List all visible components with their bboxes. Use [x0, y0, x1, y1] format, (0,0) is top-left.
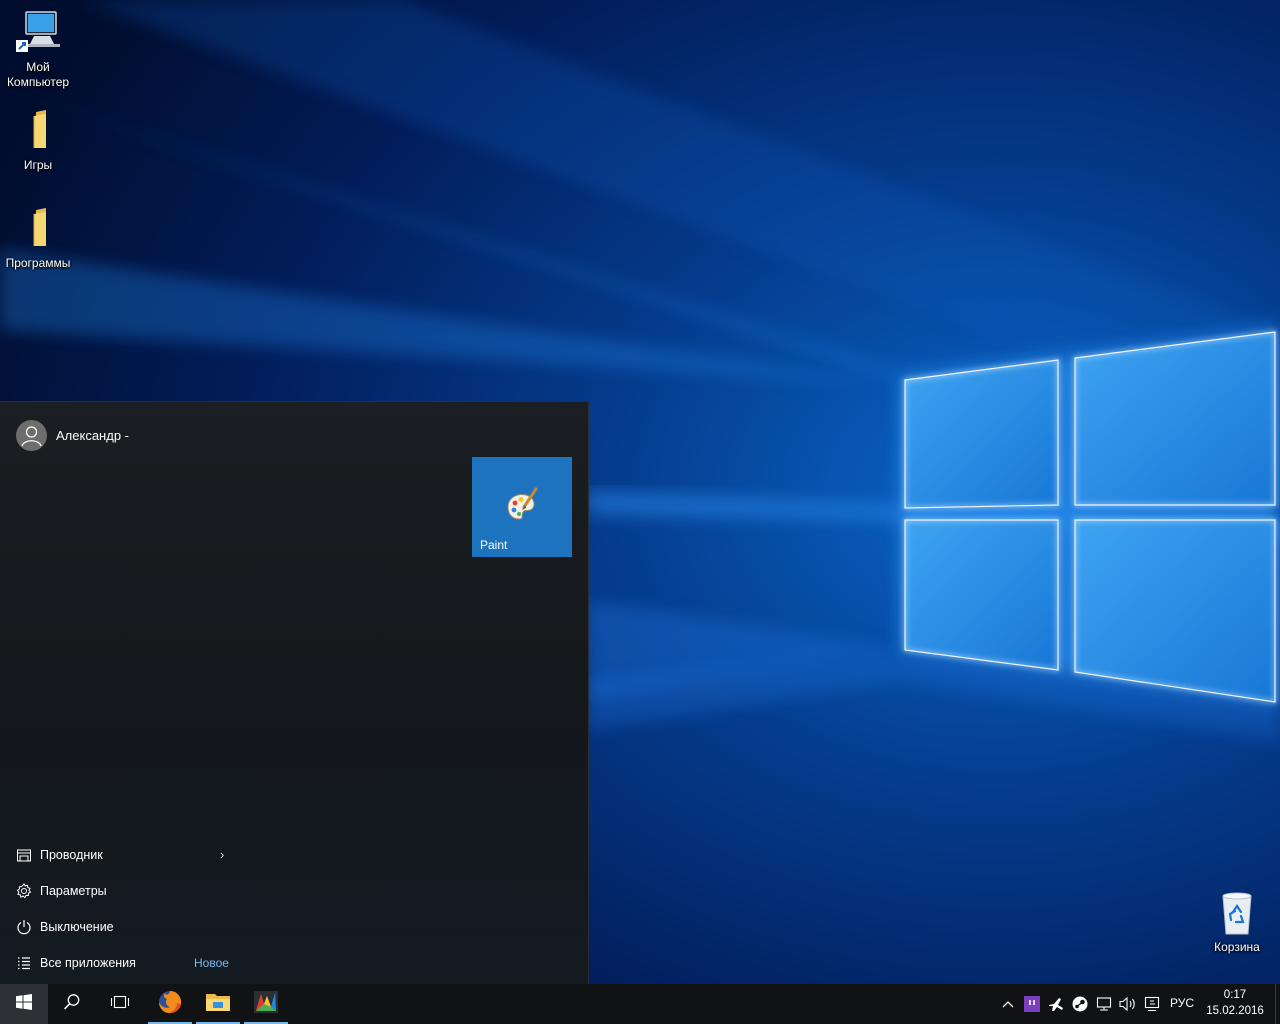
firefox-icon [157, 989, 183, 1020]
task-view-button[interactable] [96, 984, 144, 1024]
language-indicator[interactable]: РУС [1170, 996, 1194, 1010]
file-explorer-icon [205, 991, 231, 1018]
computer-icon [14, 10, 62, 58]
taskbar-app-file-explorer[interactable] [194, 984, 242, 1024]
paint-tile[interactable]: Paint [472, 457, 572, 557]
desktop-icon-my-computer[interactable]: Мой Компьютер [0, 10, 76, 90]
desktop-icon-label: Игры [23, 158, 53, 172]
start-menu: Александр - Paint Проводник › Параметры … [0, 401, 589, 985]
user-account-button[interactable]: Александр - [16, 419, 129, 451]
desktop-icon-label: Компьютер [6, 75, 70, 89]
twitch-tray-icon[interactable] [1022, 994, 1042, 1014]
taskbar-app-firefox[interactable] [146, 984, 194, 1024]
show-hidden-icons-chevron-up-icon[interactable] [998, 994, 1018, 1014]
input-method-tray-icon[interactable] [1142, 994, 1162, 1014]
start-item-power[interactable]: Выключение [0, 909, 240, 945]
start-item-all-apps[interactable]: Все приложения Новое [0, 945, 240, 981]
clock-date: 15.02.2016 [1206, 1005, 1264, 1017]
desktop-icon-games-folder[interactable]: Игры [0, 108, 76, 173]
settings-gear-icon [15, 882, 33, 900]
paint-tile-label: Paint [480, 538, 508, 552]
search-icon [63, 993, 81, 1016]
windows-logo-icon [16, 993, 32, 1015]
start-item-label: Параметры [40, 884, 107, 898]
clock[interactable]: 0:17 15.02.2016 [1205, 987, 1265, 1019]
taskbar-app-avg[interactable] [242, 984, 290, 1024]
volume-tray-icon[interactable] [1118, 994, 1138, 1014]
paint-palette-icon [504, 487, 540, 523]
task-view-icon [110, 994, 130, 1015]
desktop-icon-recycle-bin[interactable]: Корзина [1199, 890, 1275, 955]
start-button[interactable] [0, 984, 48, 1024]
steam-tray-icon[interactable] [1070, 994, 1090, 1014]
desktop-icon-label: Программы [5, 256, 71, 270]
folder-icon [14, 108, 62, 156]
airplane-tray-icon[interactable] [1046, 994, 1066, 1014]
desktop-icon-programs-folder[interactable]: Программы [0, 206, 76, 271]
avg-icon [253, 990, 279, 1019]
taskbar: РУС 0:17 15.02.2016 [0, 984, 1280, 1024]
clock-time: 0:17 [1223, 989, 1247, 1001]
folder-icon [14, 206, 62, 254]
chevron-right-icon[interactable]: › [220, 847, 224, 862]
network-tray-icon[interactable] [1094, 994, 1114, 1014]
search-button[interactable] [48, 984, 96, 1024]
start-item-label: Проводник [40, 848, 103, 862]
user-avatar-icon [16, 419, 47, 451]
all-apps-icon [15, 954, 33, 972]
desktop-icon-label: Корзина [1214, 940, 1260, 954]
file-explorer-icon [15, 846, 33, 864]
desktop-icon-label: Мой [26, 60, 50, 74]
start-item-label: Выключение [40, 920, 114, 934]
new-badge: Новое [194, 956, 229, 970]
recycle-bin-icon [1213, 890, 1261, 938]
start-item-settings[interactable]: Параметры [0, 873, 240, 909]
start-item-label: Все приложения [40, 956, 136, 970]
power-icon [15, 918, 33, 936]
show-desktop-button[interactable] [1275, 984, 1280, 1024]
user-name: Александр - [56, 427, 129, 443]
start-item-file-explorer[interactable]: Проводник › [0, 837, 240, 873]
